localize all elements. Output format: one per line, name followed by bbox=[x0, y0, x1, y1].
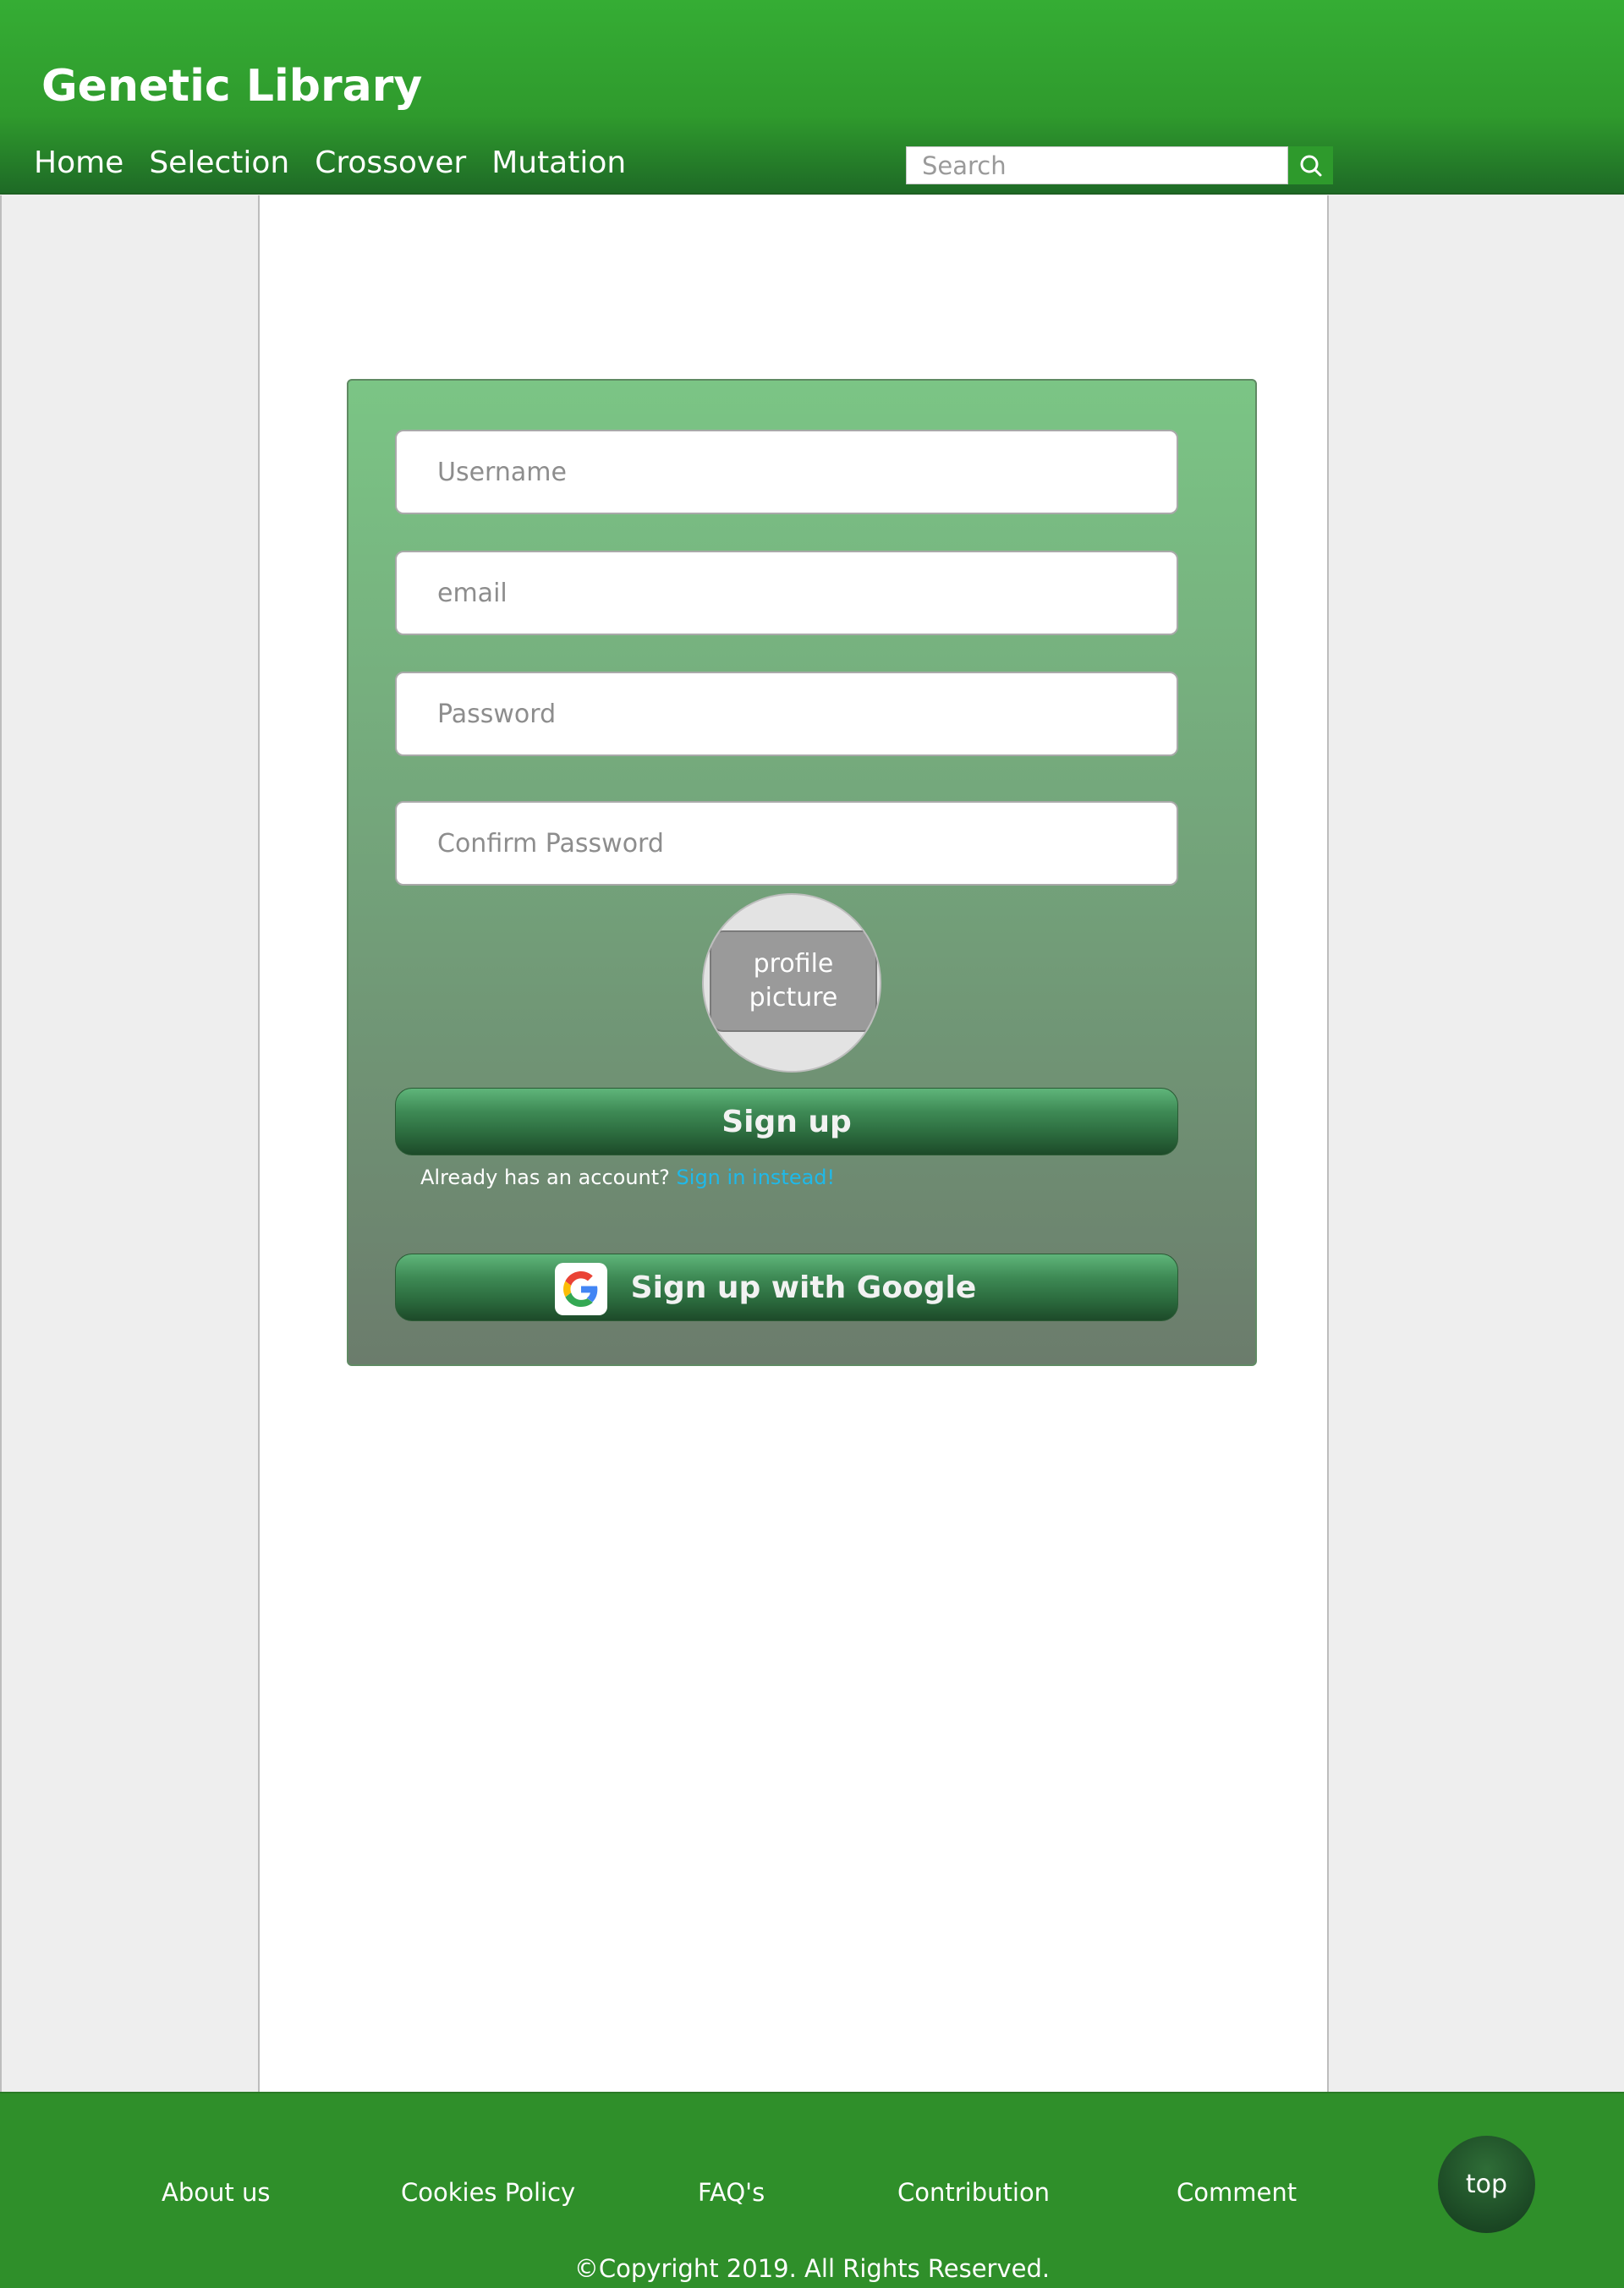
footer-cookies-policy[interactable]: Cookies Policy bbox=[401, 2178, 575, 2207]
google-g-icon bbox=[563, 1271, 598, 1307]
google-signup-button[interactable]: Sign up with Google bbox=[395, 1254, 1178, 1321]
signin-prompt: Already has an account? Sign in instead! bbox=[420, 1166, 835, 1189]
search-icon bbox=[1300, 155, 1321, 176]
signin-link[interactable]: Sign in instead! bbox=[677, 1166, 836, 1189]
left-gutter bbox=[0, 195, 258, 2092]
google-badge bbox=[555, 1263, 607, 1315]
nav-mutation[interactable]: Mutation bbox=[491, 145, 626, 180]
password-field[interactable] bbox=[395, 672, 1178, 756]
email-field[interactable] bbox=[395, 551, 1178, 635]
copyright-text: ©Copyright 2019. All Rights Reserved. bbox=[573, 2254, 1051, 2283]
footer-about-us[interactable]: About us bbox=[162, 2178, 270, 2207]
footer-comment[interactable]: Comment bbox=[1177, 2178, 1297, 2207]
site-footer: About us Cookies Policy FAQ's Contributi… bbox=[0, 2092, 1624, 2288]
profile-picture-button[interactable]: profile picture bbox=[710, 930, 877, 1032]
signup-button[interactable]: Sign up bbox=[395, 1088, 1178, 1155]
nav-home[interactable]: Home bbox=[34, 145, 123, 180]
signup-card: profile picture Sign up Already has an a… bbox=[347, 379, 1257, 1366]
site-header: Genetic Library Home Selection Crossover… bbox=[0, 0, 1624, 195]
main-nav: Home Selection Crossover Mutation bbox=[34, 145, 626, 180]
profile-picture-circle: profile picture bbox=[702, 893, 881, 1073]
confirm-password-field[interactable] bbox=[395, 801, 1178, 886]
search-input[interactable] bbox=[906, 146, 1288, 184]
footer-contribution[interactable]: Contribution bbox=[897, 2178, 1050, 2207]
signin-prompt-text: Already has an account? bbox=[420, 1166, 677, 1189]
search-button[interactable] bbox=[1288, 146, 1333, 184]
username-field[interactable] bbox=[395, 430, 1178, 514]
footer-faqs[interactable]: FAQ's bbox=[698, 2178, 765, 2207]
back-to-top-button[interactable]: top bbox=[1438, 2136, 1535, 2233]
google-signup-label: Sign up with Google bbox=[630, 1270, 977, 1305]
site-title[interactable]: Genetic Library bbox=[41, 61, 422, 112]
nav-crossover[interactable]: Crossover bbox=[315, 145, 466, 180]
search-bar bbox=[906, 146, 1333, 184]
nav-selection[interactable]: Selection bbox=[149, 145, 289, 180]
